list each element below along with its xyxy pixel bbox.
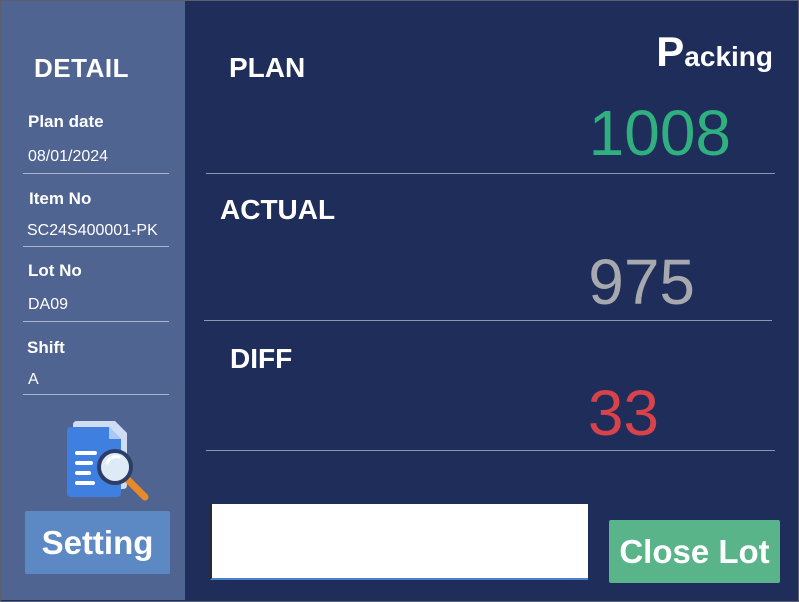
shift-label: Shift: [27, 338, 65, 357]
lot-no-label: Lot No: [28, 261, 82, 280]
plan-date-divider: [23, 173, 169, 174]
diff-value: 33: [587, 377, 659, 449]
item-no-label: Item No: [29, 189, 92, 208]
actual-divider: [204, 320, 772, 321]
page-title-initial: P: [656, 28, 685, 75]
detail-sidebar: DETAIL Plan date 08/01/2024 Item No SC24…: [1, 1, 185, 600]
shift-value: A: [28, 371, 39, 388]
actual-value: 975: [588, 246, 695, 318]
lot-no-value: DA09: [28, 296, 69, 313]
page-title-rest: acking: [684, 41, 773, 72]
detail-title: DETAIL: [34, 53, 129, 83]
plan-date-value: 08/01/2024: [28, 148, 109, 165]
scan-input[interactable]: [210, 504, 588, 580]
setting-button[interactable]: Setting: [25, 511, 170, 574]
actual-label: ACTUAL: [220, 194, 336, 225]
item-no-divider: [23, 246, 169, 247]
close-lot-button[interactable]: Close Lot: [609, 520, 780, 583]
plan-label: PLAN: [229, 52, 306, 83]
item-no-value: SC24S400001-PK: [27, 222, 158, 239]
page-title: Packing: [656, 28, 773, 76]
lot-no-divider: [23, 321, 169, 322]
diff-divider: [206, 450, 775, 451]
shift-divider: [23, 394, 169, 395]
plan-divider: [206, 173, 775, 174]
document-search-icon: [63, 415, 151, 503]
diff-label: DIFF: [230, 343, 293, 374]
plan-value: 1008: [588, 97, 731, 169]
plan-date-label: Plan date: [28, 112, 104, 131]
